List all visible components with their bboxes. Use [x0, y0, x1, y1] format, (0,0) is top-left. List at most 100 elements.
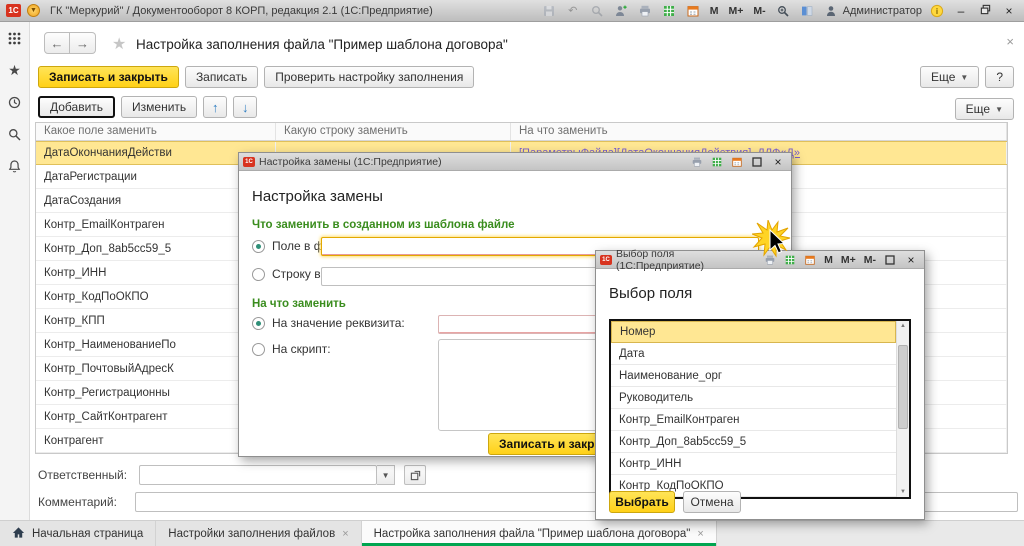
scrollbar-thumb[interactable] [898, 345, 908, 429]
cancel-button[interactable]: Отмена [683, 491, 741, 513]
notifications-bell-icon[interactable] [7, 158, 23, 174]
close-dialog-icon[interactable]: × [902, 253, 920, 267]
info-icon[interactable]: i [928, 3, 946, 19]
move-down-button[interactable]: ↓ [233, 96, 257, 118]
scroll-down-icon[interactable]: ▼ [897, 487, 909, 497]
scale-m-minus-button[interactable]: M- [751, 5, 767, 17]
minimize-button[interactable]: – [952, 4, 970, 18]
print-icon[interactable] [636, 3, 654, 19]
help-button[interactable]: ? [985, 66, 1014, 88]
column-header-field[interactable]: Какое поле заменить [36, 123, 276, 140]
close-dialog-icon[interactable]: × [769, 155, 787, 169]
maximize-icon[interactable] [749, 155, 765, 169]
back-button[interactable]: ← [44, 32, 70, 54]
close-window-button[interactable]: × [1000, 4, 1018, 18]
field-in-file-radio[interactable] [252, 240, 265, 253]
scale-m-button[interactable]: M [708, 5, 721, 17]
more-button[interactable]: Еще▼ [920, 66, 979, 88]
replace-dialog-titlebar[interactable]: 1С Настройка замены (1С:Предприятие) × [239, 153, 791, 171]
search-sidebar-icon[interactable] [7, 126, 23, 142]
field-list-item[interactable]: Руководитель [611, 387, 896, 409]
scale-m-button[interactable]: M [822, 254, 835, 266]
field-list-item[interactable]: Контр_Доп_8ab5cc59_5 [611, 431, 896, 453]
section-replace-to: На что заменить [252, 298, 346, 310]
print-icon[interactable] [689, 155, 705, 169]
line-in-file-radio[interactable] [252, 268, 265, 281]
scale-m-plus-button[interactable]: M+ [726, 5, 745, 17]
1c-logo-icon: 1С [600, 255, 612, 265]
calendar-icon[interactable] [684, 3, 702, 19]
favorite-star-icon[interactable]: ★ [112, 34, 126, 54]
replace-dialog-title-text: Настройка замены (1С:Предприятие) [259, 156, 442, 168]
field-list-item[interactable]: Контр_ИНН [611, 453, 896, 475]
edit-row-button[interactable]: Изменить [121, 96, 197, 118]
table-command-bar: Добавить Изменить ↑ ↓ [38, 96, 257, 118]
zoom-icon[interactable] [774, 3, 792, 19]
select-button[interactable]: Выбрать [609, 491, 675, 513]
select-dialog-body: Выбор поля НомерДатаНаименование_оргРуко… [596, 269, 924, 521]
attr-value-radio[interactable] [252, 317, 265, 330]
column-header-line[interactable]: Какую строку заменить [276, 123, 511, 140]
tool-sidebar: ★ [0, 22, 30, 546]
column-header-value[interactable]: На что заменить [511, 123, 1007, 140]
field-list-item[interactable]: Контр_EmailКонтраген [611, 409, 896, 431]
add-row-button[interactable]: Добавить [38, 96, 115, 118]
save-button[interactable]: Записать [185, 66, 258, 88]
replace-dialog-heading: Настройка замены [252, 188, 383, 205]
select-dialog-heading: Выбор поля [609, 285, 692, 302]
table-more-button[interactable]: Еще▼ [955, 98, 1014, 120]
tab-close-icon[interactable]: × [342, 528, 348, 540]
close-form-icon[interactable]: × [1006, 34, 1014, 49]
tab-close-icon[interactable]: × [697, 528, 703, 540]
responsible-row: Ответственный: ▼ [38, 465, 426, 485]
section-what-to-replace: Что заменить в созданном из шаблона файл… [252, 219, 515, 231]
responsible-dropdown-icon[interactable]: ▼ [377, 465, 395, 485]
window-title: ГК "Меркурий" / Документооборот 8 КОРП, … [50, 5, 433, 17]
calculator-icon[interactable] [660, 3, 678, 19]
check-fill-settings-button[interactable]: Проверить настройку заполнения [264, 66, 474, 88]
scale-m-minus-button[interactable]: M- [862, 254, 878, 266]
window-tab[interactable]: Настройка заполнения файла "Пример шабло… [362, 521, 717, 546]
attr-value-label: На значение реквизита: [272, 316, 405, 330]
forward-button[interactable]: → [70, 32, 96, 54]
calculator-icon[interactable] [709, 155, 725, 169]
move-up-button[interactable]: ↑ [203, 96, 227, 118]
restore-button[interactable] [976, 4, 994, 18]
comment-label: Комментарий: [38, 495, 117, 509]
favorites-star-icon[interactable]: ★ [7, 62, 23, 78]
field-list: НомерДатаНаименование_оргРуководительКон… [609, 319, 911, 499]
calendar-icon[interactable] [802, 253, 818, 267]
menu-grid-icon[interactable] [7, 30, 23, 46]
script-radio[interactable] [252, 343, 265, 356]
nav-history-group: ← → [44, 32, 96, 54]
maximize-icon[interactable] [882, 253, 898, 267]
scale-m-plus-button[interactable]: M+ [839, 254, 858, 266]
select-dialog-title-text: Выбор поля (1С:Предприятие) [616, 248, 754, 272]
window-tab[interactable]: Настройки заполнения файлов× [156, 521, 361, 546]
save-icon [540, 3, 558, 19]
field-list-item[interactable]: Дата [611, 343, 896, 365]
line-in-file-input[interactable] [321, 267, 641, 286]
responsible-open-icon[interactable] [404, 465, 426, 485]
current-user[interactable]: Администратор [822, 3, 922, 19]
field-list-item[interactable]: Номер [611, 321, 896, 343]
split-view-icon[interactable] [798, 3, 816, 19]
page-title: Настройка заполнения файла "Пример шабло… [136, 37, 508, 52]
history-icon[interactable] [7, 94, 23, 110]
window-tab[interactable]: Начальная страница [0, 521, 156, 546]
responsible-input[interactable] [139, 465, 377, 485]
form-command-bar-right: Еще▼ ? [920, 66, 1014, 88]
add-user-icon[interactable] [612, 3, 630, 19]
save-and-close-button[interactable]: Записать и закрыть [38, 66, 179, 88]
attr-value-radio-row: На значение реквизита: [252, 316, 405, 330]
field-list-scrollbar[interactable]: ▲ ▼ [896, 321, 909, 497]
calendar-icon[interactable] [729, 155, 745, 169]
home-icon [12, 526, 25, 542]
field-list-item[interactable]: Наименование_орг [611, 365, 896, 387]
main-menu-dropdown-icon[interactable]: ▼ [27, 4, 40, 17]
scroll-up-icon[interactable]: ▲ [897, 321, 909, 331]
search-icon [588, 3, 606, 19]
undo-icon: ↶ [564, 3, 582, 19]
svg-text:i: i [936, 7, 938, 16]
user-name: Администратор [843, 5, 922, 17]
